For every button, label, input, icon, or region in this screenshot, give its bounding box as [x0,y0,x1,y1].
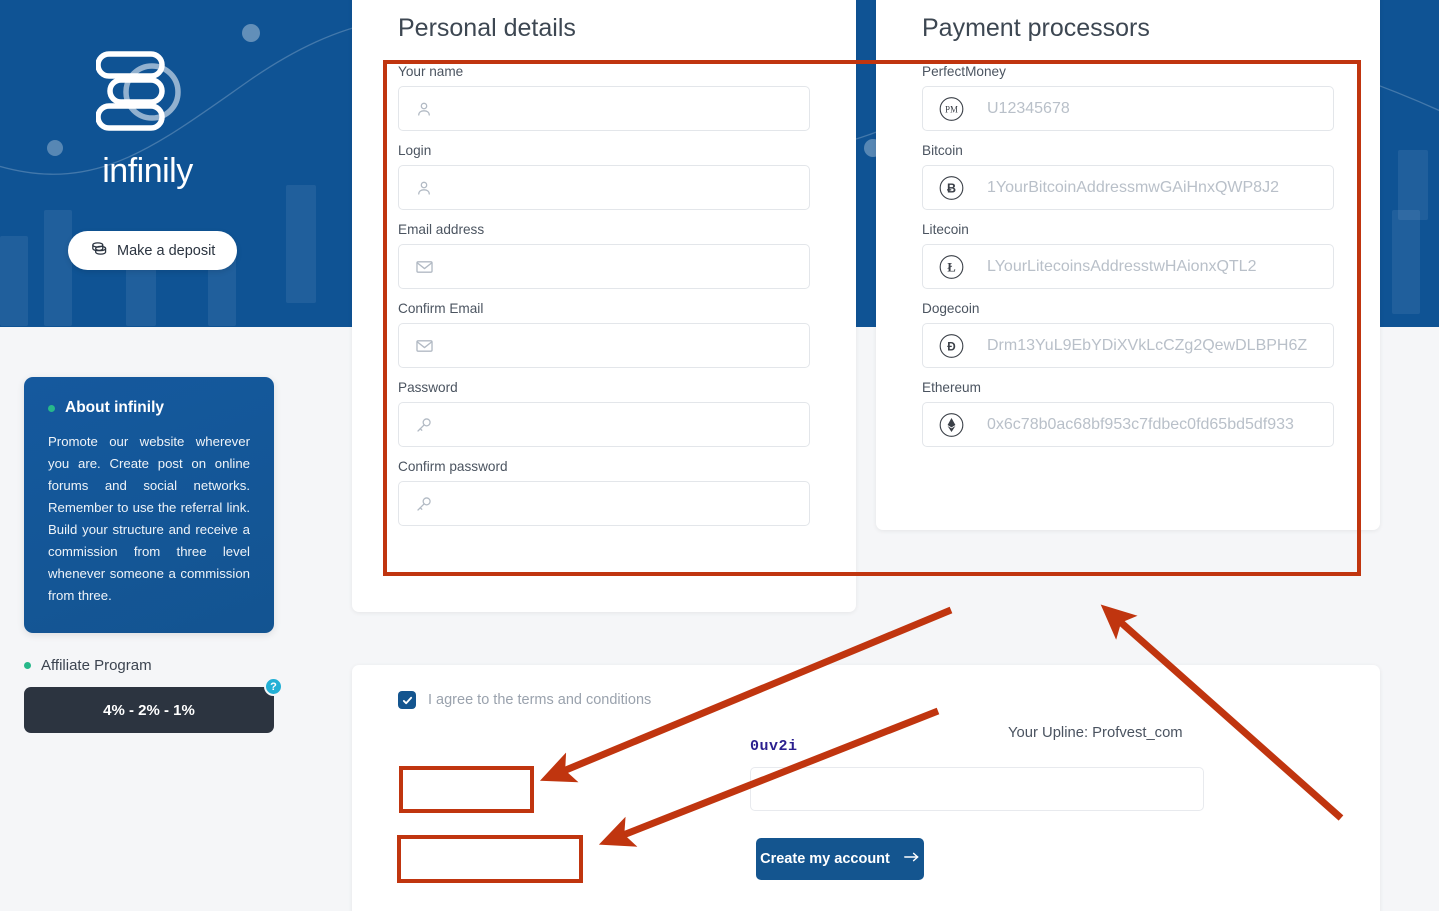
coin-stack-icon [90,240,107,261]
personal-details-title: Personal details [398,14,576,42]
input-placeholder: 0x6c78b0ac68bf953c7fdbec0fd65bd5df933 [987,415,1294,433]
input-email-address[interactable] [398,244,810,289]
input-bitcoin[interactable]: Ƀ 1YourBitcoinAddressmwGAiHnxQWP8J2 [922,165,1334,210]
field-label: Login [398,143,432,158]
terms-checkbox[interactable] [398,691,416,709]
svg-text:Đ: Đ [947,340,955,353]
field-bitcoin: Bitcoin Ƀ 1YourBitcoinAddressmwGAiHnxQWP8J… [922,143,1334,210]
affiliate-rates-bar: 4% - 2% - 1% [24,687,274,733]
field-email-address: Email address [398,222,810,289]
infinily-logo-icon [95,42,196,147]
field-label: PerfectMoney [922,64,1006,79]
make-deposit-label: Make a deposit [117,242,216,259]
affiliate-rates-text: 4% - 2% - 1% [103,701,195,719]
dogecoin-icon: Đ [939,333,964,358]
envelope-icon [415,257,434,276]
field-dogecoin: Dogecoin Đ Drm13YuL9EbYDiXVkLcCZg2QewDLBPH… [922,301,1334,368]
affiliate-help-icon[interactable]: ? [264,677,283,696]
user-icon [415,179,433,197]
envelope-icon [415,336,434,355]
payment-processors-title: Payment processors [922,14,1150,42]
ethereum-icon [939,412,964,437]
input-placeholder: U12345678 [987,99,1070,117]
svg-text:Ł: Ł [947,260,955,274]
create-account-button[interactable]: Create my account [756,838,924,880]
create-account-label: Create my account [760,851,890,867]
field-label: Email address [398,222,485,237]
terms-agreement-label: I agree to the terms and conditions [428,692,652,708]
field-label: Litecoin [922,222,969,237]
payment-processors-card: Payment processors PerfectMoney PM U123456… [876,0,1380,530]
question-mark-glyph: ? [270,680,277,693]
input-confirm-password[interactable] [398,481,810,526]
svg-text:PM: PM [945,104,958,114]
field-confirm-password: Confirm password [398,459,810,526]
affiliate-title-text: Affiliate Program [41,657,152,674]
about-card: About infinily Promote our website where… [24,377,274,633]
field-label: Confirm Email [398,301,484,316]
input-dogecoin[interactable]: Đ Drm13YuL9EbYDiXVkLcCZg2QewDLBPH6Z [922,323,1334,368]
user-icon [415,100,433,118]
green-dot-icon [24,662,31,669]
svg-text:Ƀ: Ƀ [947,181,956,195]
arrow-right-icon [903,851,920,867]
field-label: Password [398,380,458,395]
input-your-name[interactable] [398,86,810,131]
litecoin-icon: Ł [939,254,964,279]
perfectmoney-icon: PM [939,96,964,121]
checkmark-icon [402,696,412,704]
terms-agreement-row[interactable]: I agree to the terms and conditions [398,691,651,709]
key-icon [415,495,433,513]
input-litecoin[interactable]: Ł LYourLitecoinsAddresstwHAionxQTL2 [922,244,1334,289]
input-perfectmoney[interactable]: PM U12345678 [922,86,1334,131]
affiliate-program-title: Affiliate Program [24,657,152,674]
field-your-name: Your name [398,64,810,131]
personal-details-fields: Your name Login Email address Confirm Email… [398,64,810,538]
make-deposit-button[interactable]: Make a deposit [68,231,238,270]
input-password[interactable] [398,402,810,447]
submit-card: I agree to the terms and conditions 0uv2… [352,665,1380,911]
about-card-title: About infinily [48,399,250,417]
bitcoin-icon: Ƀ [939,175,964,200]
field-perfectmoney: PerfectMoney PM U12345678 [922,64,1334,131]
input-placeholder: LYourLitecoinsAddresstwHAionxQTL2 [987,257,1257,275]
field-label: Bitcoin [922,143,963,158]
field-confirm-email: Confirm Email [398,301,810,368]
captcha-input[interactable] [750,767,1204,811]
brand-name: infinily [102,152,193,190]
green-dot-icon [48,404,55,412]
input-login[interactable] [398,165,810,210]
field-litecoin: Litecoin Ł LYourLitecoinsAddresstwHAionxQT… [922,222,1334,289]
field-login: Login [398,143,810,210]
key-icon [415,416,433,434]
input-ethereum[interactable]: 0x6c78b0ac68bf953c7fdbec0fd65bd5df933 [922,402,1334,447]
input-placeholder: 1YourBitcoinAddressmwGAiHnxQWP8J2 [987,178,1279,196]
about-title-text: About infinily [65,399,165,416]
field-label: Dogecoin [922,301,980,316]
input-confirm-email[interactable] [398,323,810,368]
about-card-text: Promote our website wherever you are. Cr… [48,434,250,603]
field-label: Ethereum [922,380,981,395]
field-label: Your name [398,64,464,79]
upline-text: Your Upline: Profvest_com [1008,725,1183,741]
field-password: Password [398,380,810,447]
input-placeholder: Drm13YuL9EbYDiXVkLcCZg2QewDLBPH6Z [987,336,1308,354]
field-ethereum: Ethereum 0x6c78b0ac68bf953c7fdbec0fd65bd5… [922,380,1334,447]
field-label: Confirm password [398,459,508,474]
brand-block: infinily Make a deposit [0,0,352,327]
personal-details-card: Personal details Your name Login Email add… [352,0,856,612]
captcha-code: 0uv2i [750,738,798,755]
payment-processors-fields: PerfectMoney PM U12345678 Bitcoin Ƀ 1YourBitc… [922,64,1334,459]
